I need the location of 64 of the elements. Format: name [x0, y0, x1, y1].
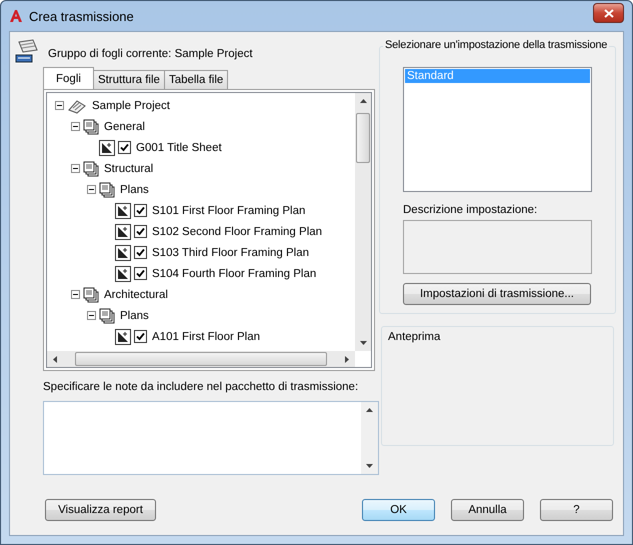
drawing-sheet-icon — [115, 202, 131, 218]
vertical-scrollbar[interactable] — [355, 93, 371, 351]
collapse-toggle-icon[interactable] — [71, 122, 80, 131]
tree-item[interactable]: G001 Title Sheet — [136, 142, 222, 154]
sheet-stack-icon — [99, 182, 115, 198]
checkbox[interactable] — [134, 267, 147, 280]
drawing-sheet-icon — [115, 328, 131, 344]
group-title: Selezionare un'impostazione della trasmissione — [383, 39, 610, 51]
drawing-sheet-icon — [99, 140, 115, 156]
collapse-toggle-icon[interactable] — [87, 311, 96, 320]
checkbox[interactable] — [134, 204, 147, 217]
dialog-button[interactable]: ? — [540, 499, 613, 521]
preview-title: Anteprima — [388, 331, 440, 343]
sheet-stack-icon — [83, 160, 99, 176]
window-title: Crea trasmissione — [29, 8, 135, 24]
tree-item[interactable]: Structural — [104, 162, 154, 174]
sheet-stack-icon — [83, 286, 99, 302]
tree-item[interactable]: S103 Third Floor Framing Plan — [152, 246, 310, 258]
tree-item[interactable]: General — [104, 120, 145, 132]
tree-item[interactable]: S104 Fourth Floor Framing Plan — [152, 268, 316, 280]
drawing-sheet-icon — [115, 266, 131, 282]
sheet-set-label: Gruppo di fogli corrente: Sample Project — [48, 48, 253, 60]
collapse-toggle-icon[interactable] — [55, 101, 64, 110]
horizontal-scrollbar[interactable] — [47, 351, 355, 367]
tab[interactable]: Struttura file — [92, 70, 165, 89]
tree-item[interactable]: S101 First Floor Framing Plan — [152, 204, 306, 216]
tree-item[interactable]: A101 First Floor Plan — [152, 330, 260, 342]
tree-item[interactable]: Sample Project — [92, 100, 170, 112]
sheet-stack-icon — [99, 308, 115, 324]
checkbox[interactable] — [134, 330, 147, 343]
checkbox[interactable] — [118, 141, 131, 154]
tab[interactable]: Tabella file — [164, 70, 228, 89]
checkbox[interactable] — [134, 246, 147, 259]
description-label: Descrizione impostazione: — [403, 204, 538, 216]
transmittal-setups-button[interactable]: Impostazioni di trasmissione... — [403, 283, 591, 305]
tree-item[interactable]: Architectural — [104, 288, 168, 300]
scroll-right-icon[interactable] — [345, 356, 349, 362]
scroll-down-icon[interactable] — [360, 341, 366, 345]
dialog-button[interactable]: Annulla — [451, 499, 524, 521]
scroll-left-icon[interactable] — [53, 356, 57, 362]
collapse-toggle-icon[interactable] — [71, 164, 80, 173]
tab[interactable]: Fogli — [43, 67, 94, 89]
sheet-set-icon — [67, 98, 87, 114]
close-button[interactable] — [593, 3, 624, 23]
dialog-button[interactable]: Visualizza report — [45, 499, 156, 521]
scroll-down-icon[interactable] — [366, 464, 373, 468]
scroll-up-icon[interactable] — [360, 99, 366, 103]
close-icon — [604, 8, 614, 18]
scroll-thumb[interactable] — [75, 352, 327, 366]
tree-item[interactable]: Plans — [120, 310, 149, 322]
scroll-up-icon[interactable] — [366, 408, 373, 412]
collapse-toggle-icon[interactable] — [87, 185, 96, 194]
sheet-stack-icon — [83, 118, 99, 134]
notes-field[interactable] — [43, 401, 379, 475]
tree-item[interactable]: Plans — [120, 184, 149, 196]
app-logo-icon — [9, 9, 23, 23]
drawing-sheet-icon — [115, 244, 131, 260]
checkbox[interactable] — [134, 225, 147, 238]
tree-item[interactable]: S102 Second Floor Framing Plan — [152, 226, 322, 238]
scroll-thumb[interactable] — [356, 113, 370, 163]
drawing-sheet-icon — [115, 224, 131, 240]
dialog-button[interactable]: OK — [362, 499, 435, 521]
notes-label: Specificare le note da includere nel pacchetto di trasmissione: — [43, 381, 360, 393]
collapse-toggle-icon[interactable] — [71, 290, 80, 299]
